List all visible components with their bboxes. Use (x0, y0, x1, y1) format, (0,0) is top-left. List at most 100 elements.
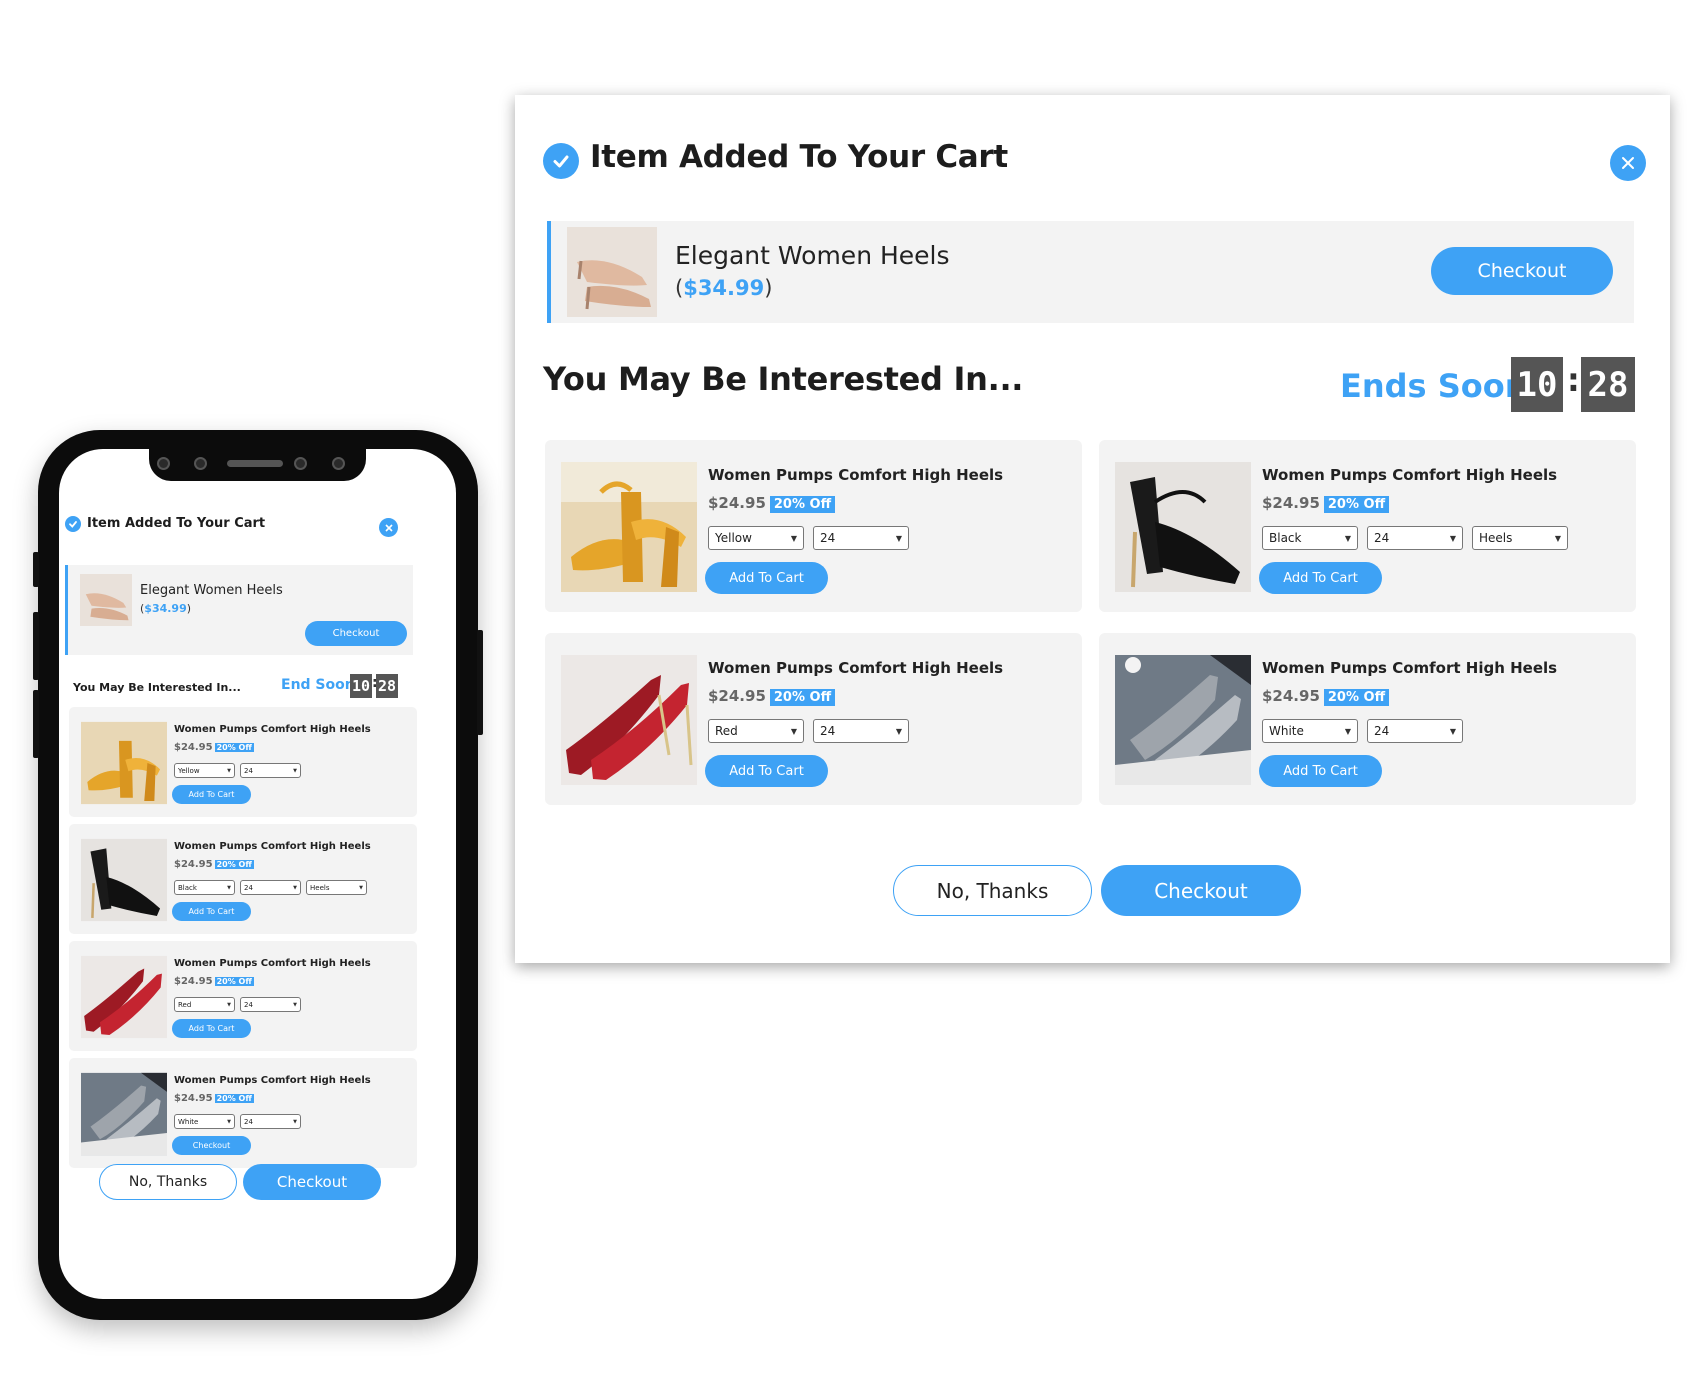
chevron-down-icon: ▼ (895, 726, 902, 736)
bottom-checkout-button[interactable]: Checkout (243, 1164, 381, 1200)
size-select[interactable]: 24 ▼ (240, 763, 301, 778)
product-price: $24.95 20% Off (174, 976, 254, 987)
chevron-down-icon: ▼ (1449, 533, 1456, 543)
color-select[interactable]: Yellow ▼ (174, 763, 235, 778)
color-select[interactable]: White ▼ (174, 1114, 235, 1129)
added-item-price-value: $34.99 (144, 602, 187, 615)
add-to-cart-button[interactable]: Add To Cart (705, 562, 828, 594)
color-select[interactable]: Black ▼ (1262, 526, 1358, 550)
card-checkout-button[interactable]: Checkout (172, 1136, 251, 1155)
product-card: Women Pumps Comfort High Heels $24.95 20%… (69, 941, 417, 1051)
product-price: $24.95 20% Off (1262, 687, 1390, 706)
size-select-value: 24 (1374, 531, 1390, 545)
chevron-down-icon: ▼ (227, 884, 231, 891)
add-to-cart-button[interactable]: Add To Cart (172, 785, 251, 804)
product-price: $24.95 20% Off (174, 1093, 254, 1104)
product-options: Yellow ▼ 24 ▼ (708, 526, 909, 550)
desktop-cart-popup: Item Added To Your Cart Elegant Women He… (515, 95, 1670, 963)
discount-badge: 20% Off (214, 977, 254, 986)
product-card: Women Pumps Comfort High Heels $24.95 20%… (1099, 440, 1636, 612)
chevron-down-icon: ▼ (895, 533, 902, 543)
nude-heel-image (80, 574, 132, 626)
added-item-price-value: $34.99 (683, 276, 765, 300)
no-thanks-button[interactable]: No, Thanks (893, 865, 1092, 916)
product-price-value: $24.95 (174, 742, 213, 753)
product-name: Women Pumps Comfort High Heels (1262, 466, 1558, 484)
product-options: White ▼ 24 ▼ (174, 1114, 301, 1129)
size-select[interactable]: 24 ▼ (240, 997, 301, 1012)
product-price: $24.95 20% Off (1262, 494, 1390, 513)
product-options: Black ▼ 24 ▼ Heels ▼ (174, 880, 367, 895)
black-heel-image (81, 838, 167, 922)
color-select[interactable]: White ▼ (1262, 719, 1358, 743)
discount-badge: 20% Off (1323, 689, 1390, 706)
color-select-value: Yellow (178, 766, 200, 775)
product-options: Black ▼ 24 ▼ Heels ▼ (1262, 526, 1568, 550)
size-select[interactable]: 24 ▼ (240, 880, 301, 895)
checkout-button[interactable]: Checkout (1431, 247, 1613, 295)
timer-separator: : (1567, 361, 1580, 399)
product-price-value: $24.95 (174, 859, 213, 870)
add-to-cart-button[interactable]: Add To Cart (172, 1019, 251, 1038)
popup-title: Item Added To Your Cart (87, 516, 266, 531)
product-options: White ▼ 24 ▼ (1262, 719, 1463, 743)
added-item-name: Elegant Women Heels (140, 583, 283, 598)
color-select[interactable]: Red ▼ (174, 997, 235, 1012)
checkout-button[interactable]: Checkout (305, 621, 407, 646)
phone-notch (149, 449, 366, 481)
size-select-value: 24 (820, 724, 836, 738)
size-select-value: 24 (244, 1000, 253, 1009)
added-item-bar: Elegant Women Heels ($34.99) Checkout (65, 565, 413, 655)
close-icon[interactable] (1610, 145, 1646, 181)
add-to-cart-button[interactable]: Add To Cart (1259, 755, 1382, 787)
no-thanks-button[interactable]: No, Thanks (99, 1164, 237, 1200)
red-heel-image (561, 655, 697, 785)
size-select-value: 24 (244, 883, 253, 892)
product-name: Women Pumps Comfort High Heels (174, 724, 371, 735)
style-select-value: Heels (1479, 531, 1513, 545)
color-select[interactable]: Black ▼ (174, 880, 235, 895)
color-select[interactable]: Red ▼ (708, 719, 804, 743)
yellow-heel-image (561, 462, 697, 592)
style-select[interactable]: Heels ▼ (306, 880, 367, 895)
chevron-down-icon: ▼ (293, 884, 297, 891)
chevron-down-icon: ▼ (359, 884, 363, 891)
chevron-down-icon: ▼ (293, 1001, 297, 1008)
color-select[interactable]: Yellow ▼ (708, 526, 804, 550)
style-select[interactable]: Heels ▼ (1472, 526, 1568, 550)
timer-minutes: 10 (350, 674, 372, 698)
close-icon[interactable] (379, 518, 398, 537)
product-name: Women Pumps Comfort High Heels (1262, 659, 1558, 677)
product-price: $24.95 20% Off (174, 859, 254, 870)
size-select-value: 24 (820, 531, 836, 545)
size-select-value: 24 (1374, 724, 1390, 738)
size-select[interactable]: 24 ▼ (813, 719, 909, 743)
size-select-value: 24 (244, 1117, 253, 1126)
color-select-value: Yellow (715, 531, 752, 545)
discount-badge: 20% Off (214, 743, 254, 752)
popup-title: Item Added To Your Cart (590, 139, 1008, 175)
add-to-cart-button[interactable]: Add To Cart (705, 755, 828, 787)
product-price: $24.95 20% Off (708, 494, 836, 513)
nude-heel-image (567, 227, 657, 317)
bottom-checkout-button[interactable]: Checkout (1101, 865, 1301, 916)
product-options: Yellow ▼ 24 ▼ (174, 763, 301, 778)
phone-power-button (477, 630, 483, 735)
color-select-value: Black (178, 883, 197, 892)
phone-screen: Item Added To Your Cart Elegant Women He… (59, 449, 456, 1299)
add-to-cart-button[interactable]: Add To Cart (172, 902, 251, 921)
size-select[interactable]: 24 ▼ (813, 526, 909, 550)
product-price-value: $24.95 (174, 1093, 213, 1104)
interest-title: You May Be Interested In... (543, 360, 1024, 398)
product-price-value: $24.95 (1262, 687, 1320, 705)
color-select-value: Red (178, 1000, 192, 1009)
size-select[interactable]: 24 ▼ (1367, 526, 1463, 550)
size-select[interactable]: 24 ▼ (1367, 719, 1463, 743)
chevron-down-icon: ▼ (1344, 533, 1351, 543)
glitter-heel-image (1115, 655, 1251, 785)
phone-side-button (33, 552, 39, 587)
size-select[interactable]: 24 ▼ (240, 1114, 301, 1129)
ends-soon-label: End Soon (281, 677, 355, 693)
add-to-cart-button[interactable]: Add To Cart (1259, 562, 1382, 594)
product-card: Women Pumps Comfort High Heels $24.95 20%… (69, 707, 417, 817)
